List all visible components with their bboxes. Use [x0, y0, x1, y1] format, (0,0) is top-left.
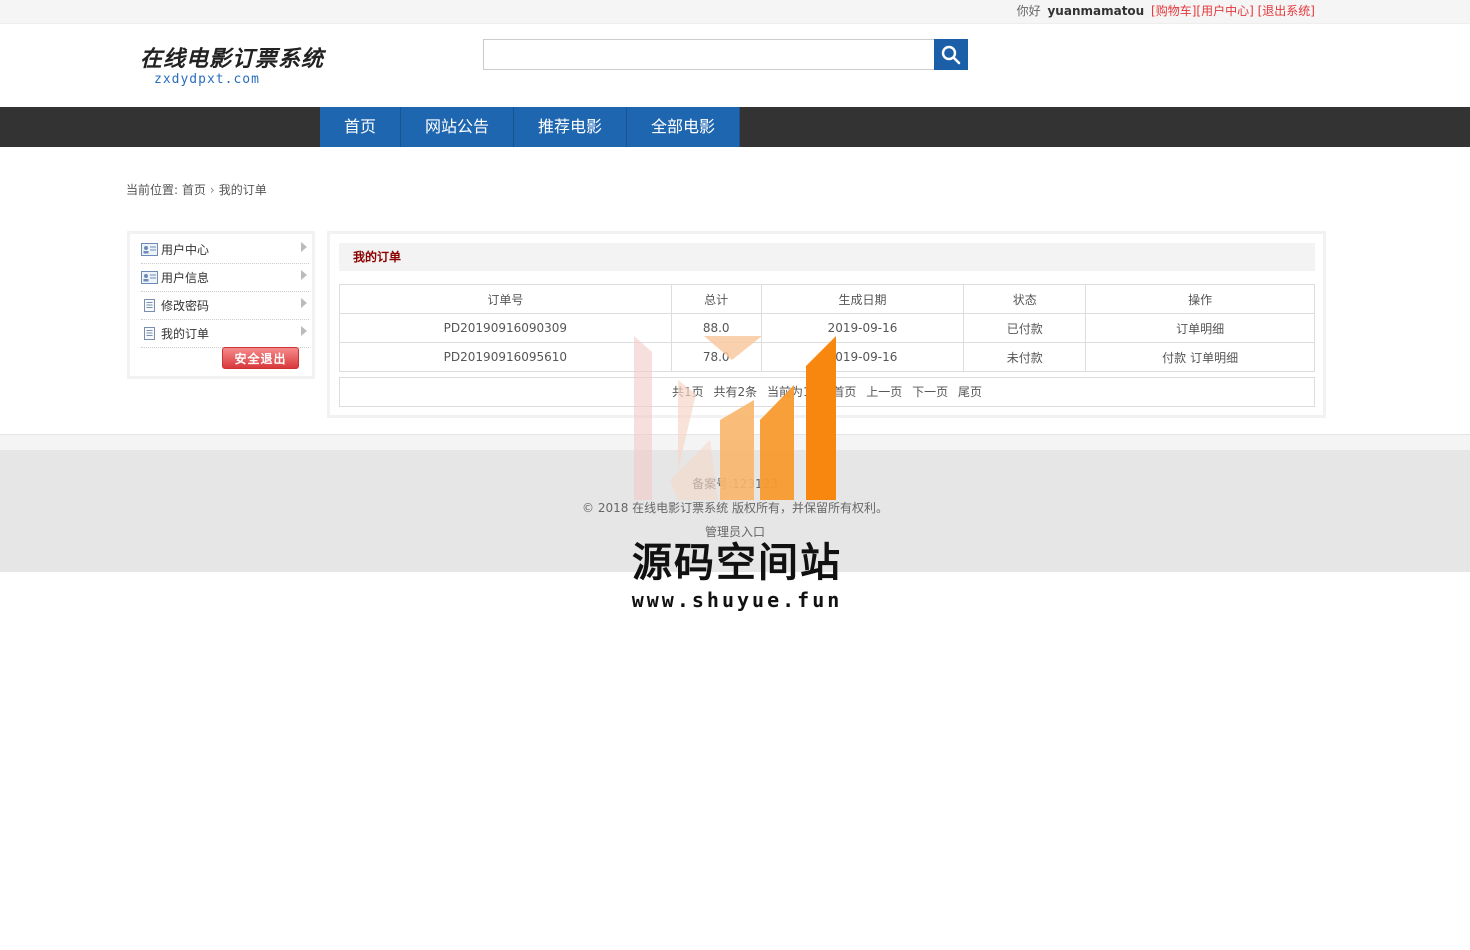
breadcrumb-current: 我的订单 — [218, 183, 267, 197]
pager-last-link[interactable]: 尾页 — [958, 385, 982, 399]
top-bar: 你好 yuanmamatou [购物车][用户中心] [退出系统] — [0, 0, 1470, 24]
document-icon — [144, 327, 155, 340]
pager-total-records: 共有2条 — [713, 385, 758, 399]
watermark-url: www.shuyue.fun — [631, 588, 843, 612]
sidebar-item-label: 用户信息 — [161, 271, 210, 285]
footer-divider — [0, 434, 1470, 450]
column-header-date: 生成日期 — [760, 284, 965, 314]
breadcrumb-home[interactable]: 首页 — [182, 183, 206, 197]
admin-entry-link[interactable]: 管理员入口 — [705, 525, 765, 539]
column-header-actions: 操作 — [1085, 284, 1315, 314]
panel-title: 我的订单 — [339, 243, 1315, 271]
order-date-cell: 2019-09-16 — [760, 313, 965, 343]
sidebar-item-user-center[interactable]: 用户中心 — [141, 236, 309, 264]
breadcrumb: 当前位置: 首页 › 我的订单 — [126, 181, 267, 198]
header: 在线电影订票系统 zxdydpxt.com — [0, 24, 1470, 107]
order-detail-link[interactable]: 订单明细 — [1190, 351, 1238, 365]
user-sidebar: 用户中心 用户信息 修改密码 我的订单 安全退出 — [127, 231, 315, 379]
nav-item-recommended[interactable]: 推荐电影 — [514, 107, 628, 147]
column-header-status: 状态 — [963, 284, 1087, 314]
order-total-cell: 78.0 — [670, 342, 762, 372]
cart-link[interactable]: [购物车] — [1151, 4, 1196, 18]
table-header-row: 订单号 总计 生成日期 状态 操作 — [339, 284, 1315, 314]
column-header-order-id: 订单号 — [339, 284, 672, 314]
search-button[interactable] — [934, 39, 968, 70]
chevron-right-icon — [301, 298, 307, 308]
user-center-link[interactable]: [用户中心] — [1196, 4, 1253, 18]
nav-item-all-movies[interactable]: 全部电影 — [627, 107, 741, 147]
orders-panel: 我的订单 订单号 总计 生成日期 状态 操作 PD20190916090309 … — [327, 231, 1326, 418]
footer-copyright: © 2018 在线电影订票系统 版权所有，并保留所有权利。 — [582, 501, 888, 515]
order-total-cell: 88.0 — [670, 313, 762, 343]
order-detail-link[interactable]: 订单明细 — [1176, 322, 1224, 336]
chevron-right-icon — [301, 242, 307, 252]
table-row: PD20190916095610 78.0 2019-09-16 未付款 付款订… — [339, 342, 1315, 372]
sidebar-item-label: 我的订单 — [161, 327, 210, 341]
sidebar-item-change-password[interactable]: 修改密码 — [141, 292, 309, 320]
sidebar-item-user-info[interactable]: 用户信息 — [141, 264, 309, 292]
breadcrumb-prefix: 当前位置: — [126, 183, 179, 197]
sidebar-item-label: 用户中心 — [161, 243, 210, 257]
breadcrumb-separator-icon: › — [209, 183, 215, 197]
order-status-cell: 已付款 — [963, 313, 1087, 343]
logo-domain: zxdydpxt.com — [154, 72, 260, 87]
site-logo[interactable]: 在线电影订票系统 zxdydpxt.com — [140, 44, 325, 94]
pager-prev-link[interactable]: 上一页 — [866, 385, 902, 399]
pager-current-page: 当前为1页 — [766, 385, 823, 399]
chevron-right-icon — [301, 326, 307, 336]
pager-total-pages: 共1页 — [672, 385, 704, 399]
nav-item-announcements[interactable]: 网站公告 — [401, 107, 515, 147]
document-icon — [144, 299, 155, 312]
table-row: PD20190916090309 88.0 2019-09-16 已付款 订单明… — [339, 313, 1315, 343]
column-header-total: 总计 — [670, 284, 762, 314]
id-card-icon — [141, 243, 158, 256]
chevron-right-icon — [301, 270, 307, 280]
search-input[interactable] — [483, 39, 935, 70]
order-actions-cell: 订单明细 — [1085, 313, 1315, 343]
id-card-icon — [141, 271, 158, 284]
logout-link[interactable]: [退出系统] — [1258, 4, 1315, 18]
order-id-cell: PD20190916095610 — [339, 342, 672, 372]
sidebar-item-my-orders[interactable]: 我的订单 — [141, 320, 309, 348]
username: yuanmamatou — [1047, 4, 1145, 18]
greeting-text: 你好 — [1016, 4, 1041, 18]
search-icon — [941, 45, 961, 64]
sidebar-item-label: 修改密码 — [161, 299, 210, 313]
logo-title: 在线电影订票系统 — [140, 46, 325, 72]
orders-table: 订单号 总计 生成日期 状态 操作 PD20190916090309 88.0 … — [339, 284, 1315, 372]
nav-item-home[interactable]: 首页 — [320, 107, 402, 147]
pager-next-link[interactable]: 下一页 — [912, 385, 948, 399]
pager-first-link[interactable]: 首页 — [832, 385, 856, 399]
footer-icp: 备案号:123123 — [692, 477, 778, 491]
order-actions-cell: 付款 订单明细 — [1085, 342, 1315, 372]
pay-link[interactable]: 付款 — [1162, 351, 1186, 365]
main-nav: 首页 网站公告 推荐电影 全部电影 — [0, 107, 1470, 147]
pagination: 共1页 共有2条 当前为1页 首页 上一页 下一页 尾页 — [339, 377, 1315, 407]
order-status-cell: 未付款 — [963, 342, 1087, 372]
order-id-cell: PD20190916090309 — [339, 313, 672, 343]
footer: 备案号:123123 © 2018 在线电影订票系统 版权所有，并保留所有权利。… — [0, 450, 1470, 572]
order-date-cell: 2019-09-16 — [760, 342, 965, 372]
user-greeting: 你好 yuanmamatou [购物车][用户中心] [退出系统] — [1017, 2, 1315, 19]
safe-logout-button[interactable]: 安全退出 — [222, 347, 299, 369]
